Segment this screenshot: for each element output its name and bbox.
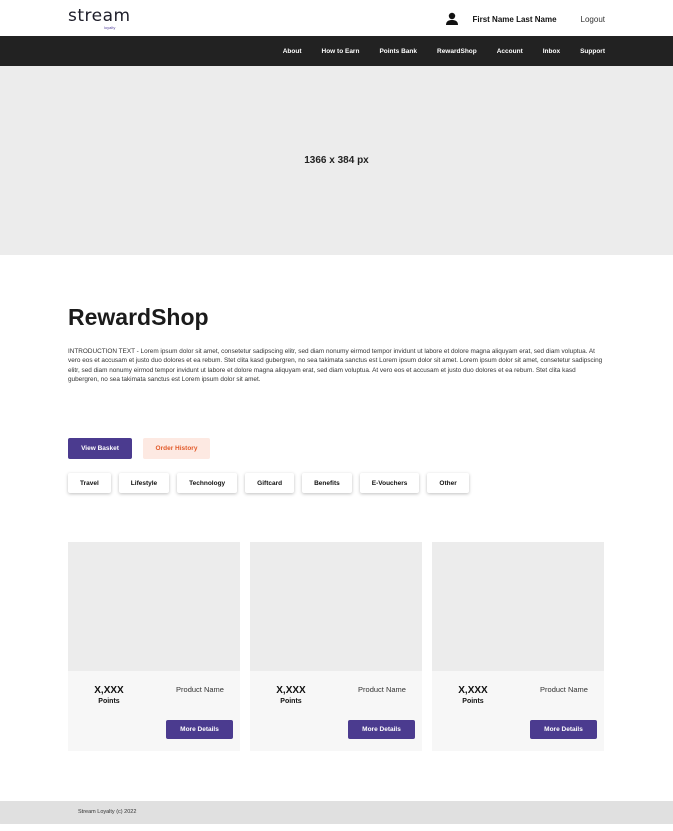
user-name[interactable]: First Name Last Name bbox=[473, 15, 557, 24]
category-benefits[interactable]: Benefits bbox=[302, 473, 352, 493]
nav-item-points-bank[interactable]: Points Bank bbox=[379, 48, 417, 55]
banner-placeholder-text: 1366 x 384 px bbox=[304, 155, 369, 166]
footer: Stream Loyalty (c) 2022 bbox=[0, 801, 673, 824]
product-image[interactable] bbox=[68, 542, 240, 671]
nav-item-support[interactable]: Support bbox=[580, 48, 605, 55]
intro-text: INTRODUCTION TEXT - Lorem ipsum dolor si… bbox=[68, 348, 603, 384]
product-name: Product Name bbox=[540, 685, 588, 694]
product-price: X,XXX bbox=[458, 685, 488, 696]
user-icon bbox=[445, 12, 458, 25]
product-points-label: Points bbox=[462, 698, 484, 705]
page: stream loyalty First Name Last Name Logo… bbox=[0, 0, 673, 831]
product-price: X,XXX bbox=[94, 685, 124, 696]
more-details-button[interactable]: More Details bbox=[166, 720, 233, 739]
product-card: X,XXX Points Product Name More Details bbox=[432, 542, 604, 751]
logo-text: stream bbox=[68, 6, 131, 26]
more-details-button[interactable]: More Details bbox=[348, 720, 415, 739]
product-card: X,XXX Points Product Name More Details bbox=[250, 542, 422, 751]
category-filters: Travel Lifestyle Technology Giftcard Ben… bbox=[68, 473, 477, 493]
nav-item-how-to-earn[interactable]: How to Earn bbox=[322, 48, 360, 55]
main-nav: About How to Earn Points Bank RewardShop… bbox=[0, 36, 673, 66]
category-technology[interactable]: Technology bbox=[177, 473, 238, 493]
more-details-button[interactable]: More Details bbox=[530, 720, 597, 739]
product-image[interactable] bbox=[432, 542, 604, 671]
nav-item-about[interactable]: About bbox=[283, 48, 302, 55]
product-name: Product Name bbox=[176, 685, 224, 694]
logo[interactable]: stream loyalty bbox=[68, 6, 131, 32]
top-bar: stream loyalty First Name Last Name Logo… bbox=[0, 0, 673, 36]
product-points-label: Points bbox=[280, 698, 302, 705]
product-points-label: Points bbox=[98, 698, 120, 705]
category-other[interactable]: Other bbox=[427, 473, 469, 493]
view-basket-button[interactable]: View Basket bbox=[68, 438, 132, 459]
category-e-vouchers[interactable]: E-Vouchers bbox=[359, 473, 420, 493]
nav-item-rewardshop[interactable]: RewardShop bbox=[437, 48, 477, 55]
order-history-button[interactable]: Order History bbox=[143, 438, 210, 459]
product-price: X,XXX bbox=[276, 685, 306, 696]
nav-item-inbox[interactable]: Inbox bbox=[543, 48, 560, 55]
product-card: X,XXX Points Product Name More Details bbox=[68, 542, 240, 751]
category-giftcard[interactable]: Giftcard bbox=[245, 473, 295, 493]
user-area: First Name Last Name Logout bbox=[445, 11, 605, 27]
hero-banner: 1366 x 384 px bbox=[0, 66, 673, 255]
logout-link[interactable]: Logout bbox=[581, 15, 605, 24]
product-image[interactable] bbox=[250, 542, 422, 671]
category-lifestyle[interactable]: Lifestyle bbox=[118, 473, 170, 493]
page-title: RewardShop bbox=[68, 304, 209, 330]
product-name: Product Name bbox=[358, 685, 406, 694]
logo-subtext: loyalty bbox=[104, 25, 116, 30]
nav-item-account[interactable]: Account bbox=[497, 48, 523, 55]
category-travel[interactable]: Travel bbox=[68, 473, 111, 493]
footer-copyright: Stream Loyalty (c) 2022 bbox=[78, 809, 137, 815]
